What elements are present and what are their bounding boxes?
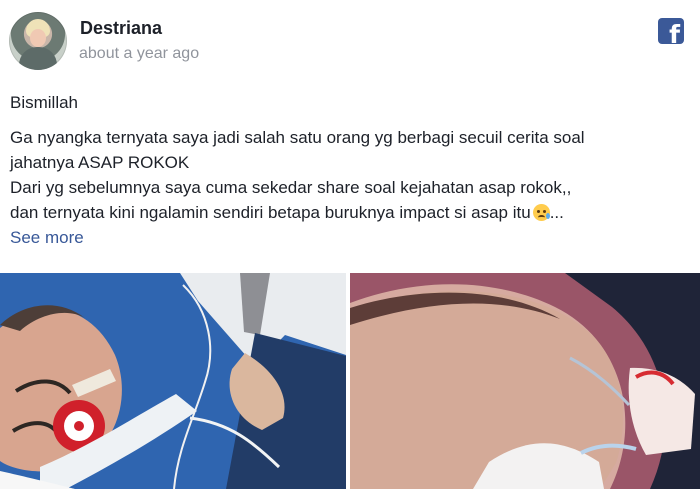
post-header: Destriana about a year ago f xyxy=(0,0,700,80)
sad-face-emoji-icon xyxy=(532,204,550,221)
post-body: Bismillah Ga nyangka ternyata saya jadi … xyxy=(10,90,690,250)
post-photo-1[interactable] xyxy=(0,273,346,489)
avatar[interactable] xyxy=(9,12,67,70)
post-timestamp[interactable]: about a year ago xyxy=(79,45,199,63)
ellipsis: ... xyxy=(549,203,564,222)
post-text-line: Ga nyangka ternyata saya jadi salah satu… xyxy=(10,128,585,147)
post-text-line: Dari yg sebelumnya saya cuma sekedar sha… xyxy=(10,178,572,197)
post-text-line: Bismillah xyxy=(10,93,79,112)
post-text-segment: dan ternyata kini ngalamin sendiri betap… xyxy=(10,203,531,222)
facebook-icon[interactable]: f xyxy=(658,18,684,44)
see-more-link[interactable]: See more xyxy=(10,228,84,247)
post-photo-2[interactable] xyxy=(350,273,700,489)
author-name[interactable]: Destriana xyxy=(80,18,162,39)
post-text-line: dan ternyata kini ngalamin sendiri betap… xyxy=(10,200,690,225)
post-text-line: jahatnya ASAP ROKOK xyxy=(10,153,190,172)
